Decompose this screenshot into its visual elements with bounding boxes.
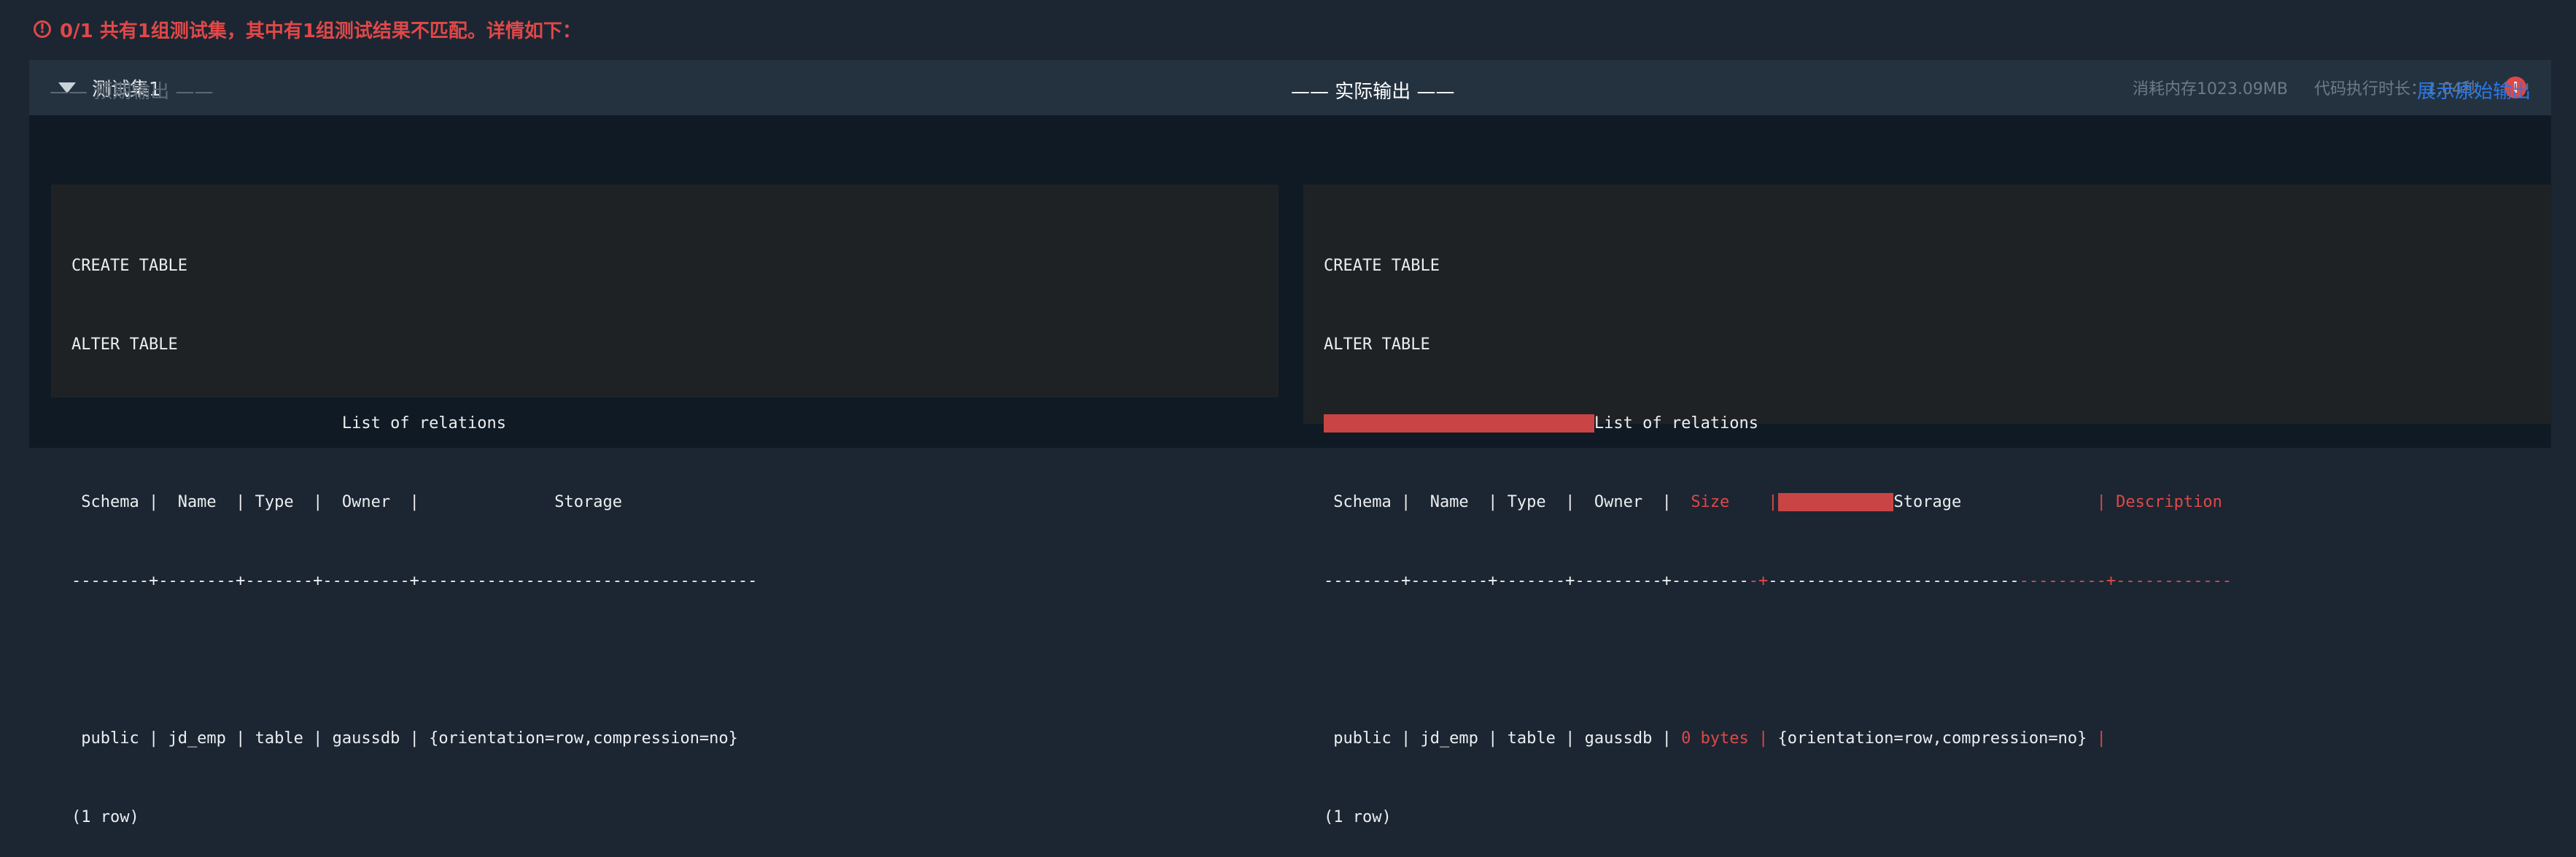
actual-line: List of relations xyxy=(1324,411,2532,437)
header-segment: Storage xyxy=(1893,493,1962,511)
separator-segment: --------+--------+-------+---------+----… xyxy=(1324,572,1749,590)
expected-line: public | jd_emp | table | gaussdb | {ori… xyxy=(71,729,738,748)
row-segment: public | jd_emp | table | gaussdb | xyxy=(1324,729,1682,748)
expected-output-box: CREATE TABLE ALTER TABLE List of relatio… xyxy=(51,185,1279,826)
expected-line: Schema | Name | Type | Owner | Storage xyxy=(71,493,622,511)
diff-segment: -+ xyxy=(1748,572,1769,590)
alert-circle-icon: ! xyxy=(34,20,51,38)
actual-line xyxy=(1324,647,2532,673)
relations-title: List of relations xyxy=(1594,414,1759,433)
diff-highlight xyxy=(1777,493,1894,511)
expected-line: List of relations xyxy=(71,414,507,433)
actual-output-label: —— 实际输出 —— xyxy=(1291,81,1455,103)
actual-line: public | jd_emp | table | gaussdb | 0 by… xyxy=(1324,726,2532,752)
expected-line: ALTER TABLE xyxy=(71,336,178,354)
actual-line: CREATE TABLE xyxy=(1324,257,1440,275)
diff-segment: Size | xyxy=(1681,493,1778,511)
separator-segment: -------------------------- xyxy=(1768,572,2020,590)
expected-output-label: —— 预期输出 —— xyxy=(50,81,214,103)
diff-segment: | xyxy=(2096,729,2106,748)
actual-line: Schema | Name | Type | Owner | Size | St… xyxy=(1324,489,2532,516)
expected-line xyxy=(71,647,1258,673)
actual-line: (1 row) xyxy=(1324,808,1392,826)
expected-line: --------+--------+-------+---------+----… xyxy=(71,572,758,590)
actual-line: --------+--------+-------+---------+----… xyxy=(1324,568,2532,594)
diff-segment: 0 bytes | xyxy=(1681,729,1769,748)
diff-segment: ---------+------------ xyxy=(2019,572,2232,590)
memory-usage: 消耗内存1023.09MB xyxy=(2132,80,2288,98)
test-set-header[interactable]: 测试集1 消耗内存1023.09MB 代码执行时长：1.04秒 ! xyxy=(29,60,2551,115)
show-raw-output-link[interactable]: 展示原始输出 xyxy=(2417,77,2531,104)
header-segment: Schema | Name | Type | Owner | xyxy=(1324,493,1682,511)
row-segment: {orientation=row,compression=no} xyxy=(1768,729,2097,748)
actual-output-box: CREATE TABLE ALTER TABLE List of relatio… xyxy=(1303,185,2552,826)
diff-highlight xyxy=(1324,414,1594,433)
expected-line: (1 row) xyxy=(71,808,139,826)
summary-text: 0/1 共有1组测试集，其中有1组测试结果不匹配。详情如下： xyxy=(60,20,581,42)
test-summary: ! 0/1 共有1组测试集，其中有1组测试结果不匹配。详情如下： xyxy=(34,13,581,45)
diff-segment: | Description xyxy=(1961,493,2222,511)
expected-line: CREATE TABLE xyxy=(71,257,187,275)
actual-line: ALTER TABLE xyxy=(1324,336,1430,354)
